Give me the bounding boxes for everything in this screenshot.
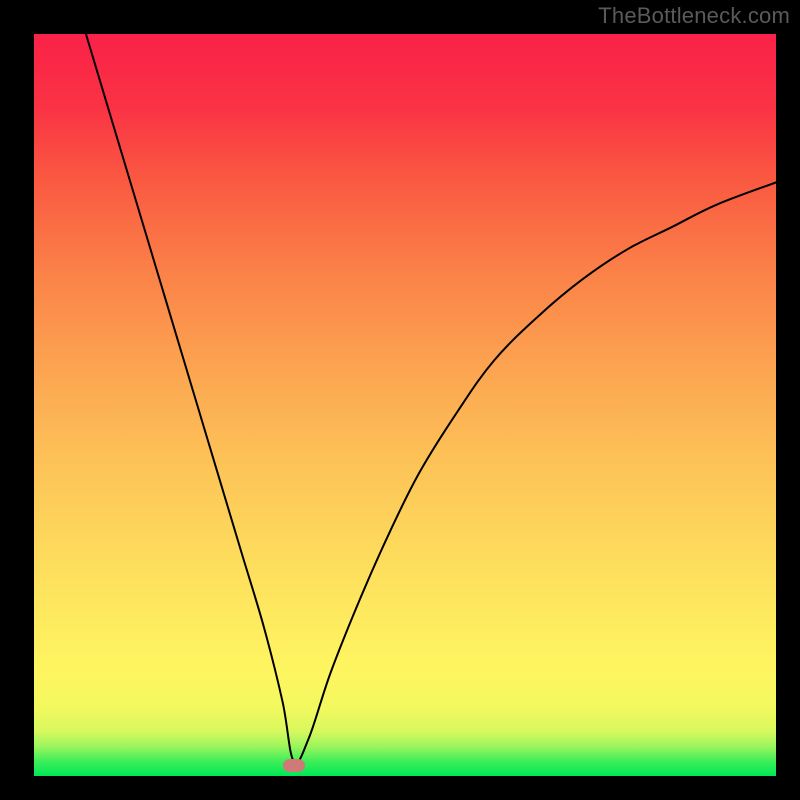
- plot-area: [34, 34, 776, 776]
- watermark-text: TheBottleneck.com: [598, 3, 790, 29]
- bottleneck-curve: [34, 34, 776, 776]
- chart-frame: TheBottleneck.com: [0, 0, 800, 800]
- minimum-marker: [283, 759, 305, 772]
